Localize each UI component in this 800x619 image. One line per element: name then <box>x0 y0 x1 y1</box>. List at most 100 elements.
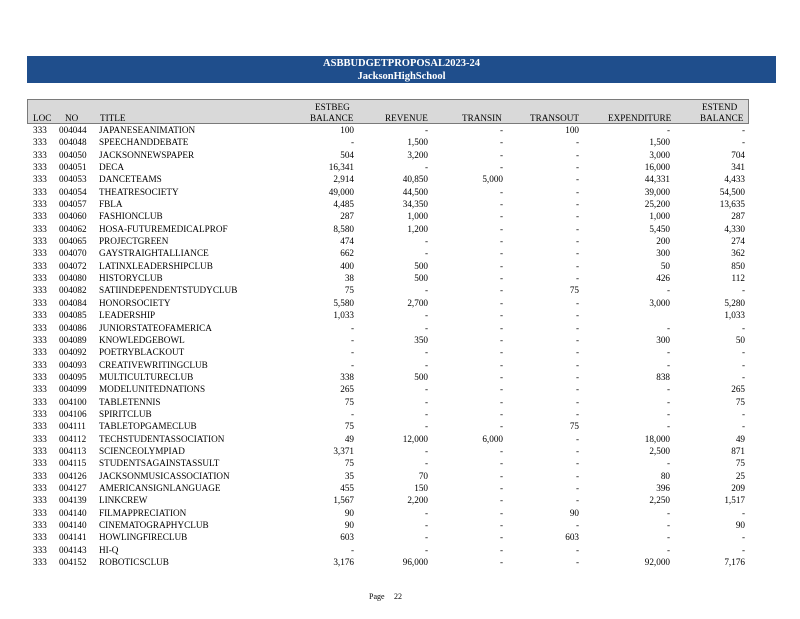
row-title: TABLETENNIS <box>99 396 161 407</box>
row-trans-out: - <box>575 334 579 345</box>
row-title: CREATIVEWRITINGCLUB <box>99 359 208 370</box>
row-beg-balance: 455 <box>340 482 354 493</box>
row-no: 004143 <box>59 544 87 555</box>
row-no: 004111 <box>59 421 86 432</box>
row-end-balance: 5,280 <box>724 297 745 308</box>
row-beg-balance: - <box>350 359 354 370</box>
row-end-balance: 287 <box>731 211 745 222</box>
budget-table: 333 004044 JAPANESEANIMATION 100- -100- -333 0… <box>27 124 749 568</box>
table-row: 333 004086 JUNIORSTATEOFAMERICA - - - - - - <box>27 322 749 334</box>
row-title: HI-Q <box>99 544 119 555</box>
row-end-balance: 75 <box>735 458 745 469</box>
row-no: 004080 <box>59 273 87 284</box>
row-trans-out: - <box>575 162 579 173</box>
row-trans-in: - <box>499 557 503 568</box>
row-title: FASHIONCLUB <box>99 211 163 222</box>
header-expenditure: EXPENDITURE <box>608 113 672 123</box>
row-title: FILMAPPRECIATION <box>99 507 187 518</box>
row-no: 004099 <box>59 384 87 395</box>
row-beg-balance: 90 <box>344 507 354 518</box>
row-trans-in: - <box>499 334 503 345</box>
row-revenue: 500 <box>414 371 428 382</box>
table-row: 333 004051 DECA 16,341 - - - 16,000 341 <box>27 161 749 173</box>
row-expenditure: - <box>666 520 670 530</box>
row-no: 004141 <box>59 532 87 543</box>
table-row: 333 004143 HI-Q - - - - - - <box>27 544 749 556</box>
table-row: 333 004050 JACKSONNEWSPAPER 504 3,200 - - 3,000… <box>27 149 749 161</box>
row-title: MODELUNITEDNATIONS <box>99 384 206 395</box>
row-loc: 333 <box>33 273 47 284</box>
row-trans-in: - <box>499 347 503 358</box>
row-expenditure: 838 <box>656 371 670 382</box>
table-row: 333 004113 SCIENCEOLYMPIAD 3,371 - - - 2,500 871 <box>27 445 749 457</box>
header-trans-out: TRANSOUT <box>530 113 580 123</box>
table-row: 333 004082 SATIINDEPENDENTSTUDYCLUB 75 - - 75 -… <box>27 284 749 296</box>
row-loc: 333 <box>33 137 47 148</box>
row-beg-balance: 90 <box>344 520 354 530</box>
row-revenue: 150 <box>414 482 428 493</box>
row-title: LINKCREW <box>99 495 148 506</box>
row-end-balance: 90 <box>735 520 745 530</box>
table-row: 333 004139 LINKCREW 1,567 2,200 - - 2,250 1,517 <box>27 494 749 506</box>
table-row: 333 004095 MULTICULTURECLUB 338 500 - - 838 - <box>27 371 749 383</box>
row-trans-out: 90 <box>569 507 579 518</box>
row-revenue: - <box>424 322 428 333</box>
column-header-row: LOC NO TITLE ESTBEG BALANCE REVENUE TRAN… <box>27 99 749 124</box>
row-trans-in: - <box>499 322 503 333</box>
row-trans-out: - <box>575 273 579 284</box>
row-end-balance: - <box>741 137 745 148</box>
row-trans-in: - <box>499 236 503 247</box>
row-trans-in: - <box>499 532 503 543</box>
row-loc: 333 <box>33 396 47 407</box>
row-expenditure: 200 <box>656 236 670 247</box>
row-expenditure: 3,000 <box>649 297 670 308</box>
row-expenditure: 92,000 <box>644 557 670 568</box>
row-loc: 333 <box>33 482 47 493</box>
table-row: 333 004089 KNOWLEDGEBOWL - 350 - - 300 50 <box>27 334 749 346</box>
row-end-balance: - <box>741 408 745 419</box>
row-revenue: - <box>424 520 428 530</box>
row-no: 004085 <box>59 310 87 321</box>
row-trans-out: - <box>575 211 579 222</box>
row-no: 004062 <box>59 223 87 234</box>
table-row: 333 004060 FASHIONCLUB 287 1,000 - - 1,000 287 <box>27 210 749 222</box>
row-no: 004086 <box>59 322 87 333</box>
row-title: HOWLINGFIRECLUB <box>99 532 188 543</box>
row-trans-in: - <box>499 297 503 308</box>
row-revenue: - <box>424 347 428 358</box>
row-revenue: - <box>424 359 428 370</box>
row-loc: 333 <box>33 297 47 308</box>
row-loc: 333 <box>33 236 47 247</box>
row-end-balance: 209 <box>731 482 745 493</box>
header-end-balance: BALANCE <box>700 113 744 123</box>
row-no: 004051 <box>59 162 87 173</box>
row-expenditure: - <box>666 532 670 543</box>
row-title: DECA <box>99 162 125 173</box>
row-trans-in: - <box>499 273 503 284</box>
row-trans-out: 100 <box>565 125 579 135</box>
row-trans-out: - <box>575 223 579 234</box>
row-trans-in: - <box>499 186 503 197</box>
row-expenditure: - <box>666 507 670 518</box>
row-end-balance: 1,517 <box>724 495 745 506</box>
row-no: 004048 <box>59 137 87 148</box>
row-trans-out: - <box>575 174 579 185</box>
row-trans-in: - <box>499 137 503 148</box>
row-title: MULTICULTURECLUB <box>99 371 194 382</box>
row-no: 004070 <box>59 248 87 259</box>
row-beg-balance: 1,033 <box>333 310 354 321</box>
table-row: 333 004152 ROBOTICSCLUB 3,176 96,000 - - 92,000… <box>27 556 749 568</box>
row-expenditure: - <box>666 285 670 296</box>
row-end-balance: 112 <box>731 273 745 284</box>
row-beg-balance: 1,567 <box>333 495 354 506</box>
row-beg-balance: 2,914 <box>333 174 354 185</box>
table-row: 333 004044 JAPANESEANIMATION 100 - - 100 - - <box>27 124 749 136</box>
row-trans-out: - <box>575 236 579 247</box>
row-beg-balance: 38 <box>344 273 354 284</box>
row-loc: 333 <box>33 223 47 234</box>
row-beg-balance: - <box>350 322 354 333</box>
row-beg-balance: 474 <box>340 236 354 247</box>
table-row: 333 004140 FILMAPPRECIATION 90 - - 90 - - <box>27 507 749 519</box>
row-end-balance: 50 <box>735 334 745 345</box>
table-row: 333 004099 MODELUNITEDNATIONS 265 - - - - 265 <box>27 383 749 395</box>
